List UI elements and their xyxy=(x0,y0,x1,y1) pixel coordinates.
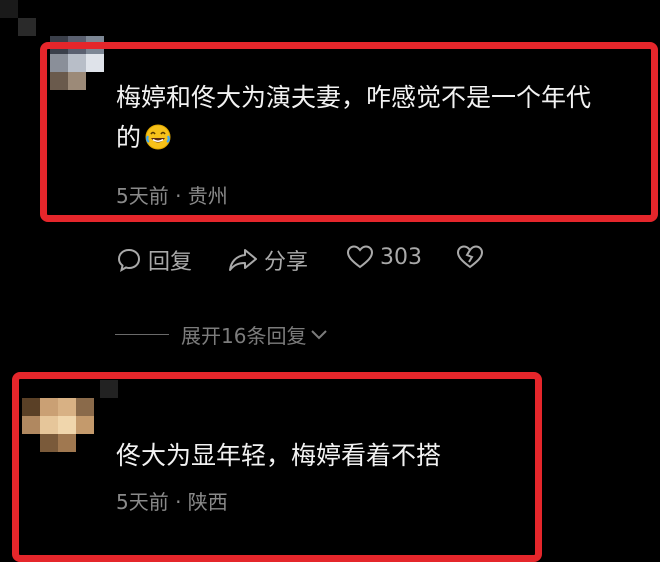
laughing-tears-emoji-icon xyxy=(145,122,171,150)
expand-replies-label: 展开16条回复 xyxy=(181,324,307,348)
divider-line xyxy=(115,334,169,335)
comment-text-line-2-text: 的 xyxy=(116,123,142,152)
broken-heart-icon xyxy=(456,244,484,270)
heart-icon xyxy=(346,244,374,270)
comment-meta: 5天前 · 陕西 xyxy=(116,490,228,514)
chevron-down-icon xyxy=(310,323,328,347)
share-arrow-icon xyxy=(228,247,258,273)
reply-bubble-icon xyxy=(116,247,142,273)
comment-text-line-2: 的 xyxy=(116,118,591,158)
reply-button[interactable]: 回复 xyxy=(116,244,192,276)
share-button[interactable]: 分享 xyxy=(228,244,308,276)
expand-replies-button[interactable]: 展开16条回复 xyxy=(115,320,328,349)
like-count: 303 xyxy=(380,244,422,270)
dislike-button[interactable] xyxy=(456,244,484,270)
comment-meta: 5天前 · 贵州 xyxy=(116,184,228,208)
reply-label: 回复 xyxy=(148,250,193,275)
like-button[interactable]: 303 xyxy=(346,244,422,270)
share-label: 分享 xyxy=(264,250,309,275)
comment-text: 梅婷和佟大为演夫妻，咋感觉不是一个年代 的 xyxy=(116,78,591,158)
comment-text-line-1: 梅婷和佟大为演夫妻，咋感觉不是一个年代 xyxy=(116,83,592,112)
comment-text: 佟大为显年轻，梅婷看着不搭 xyxy=(116,441,442,470)
